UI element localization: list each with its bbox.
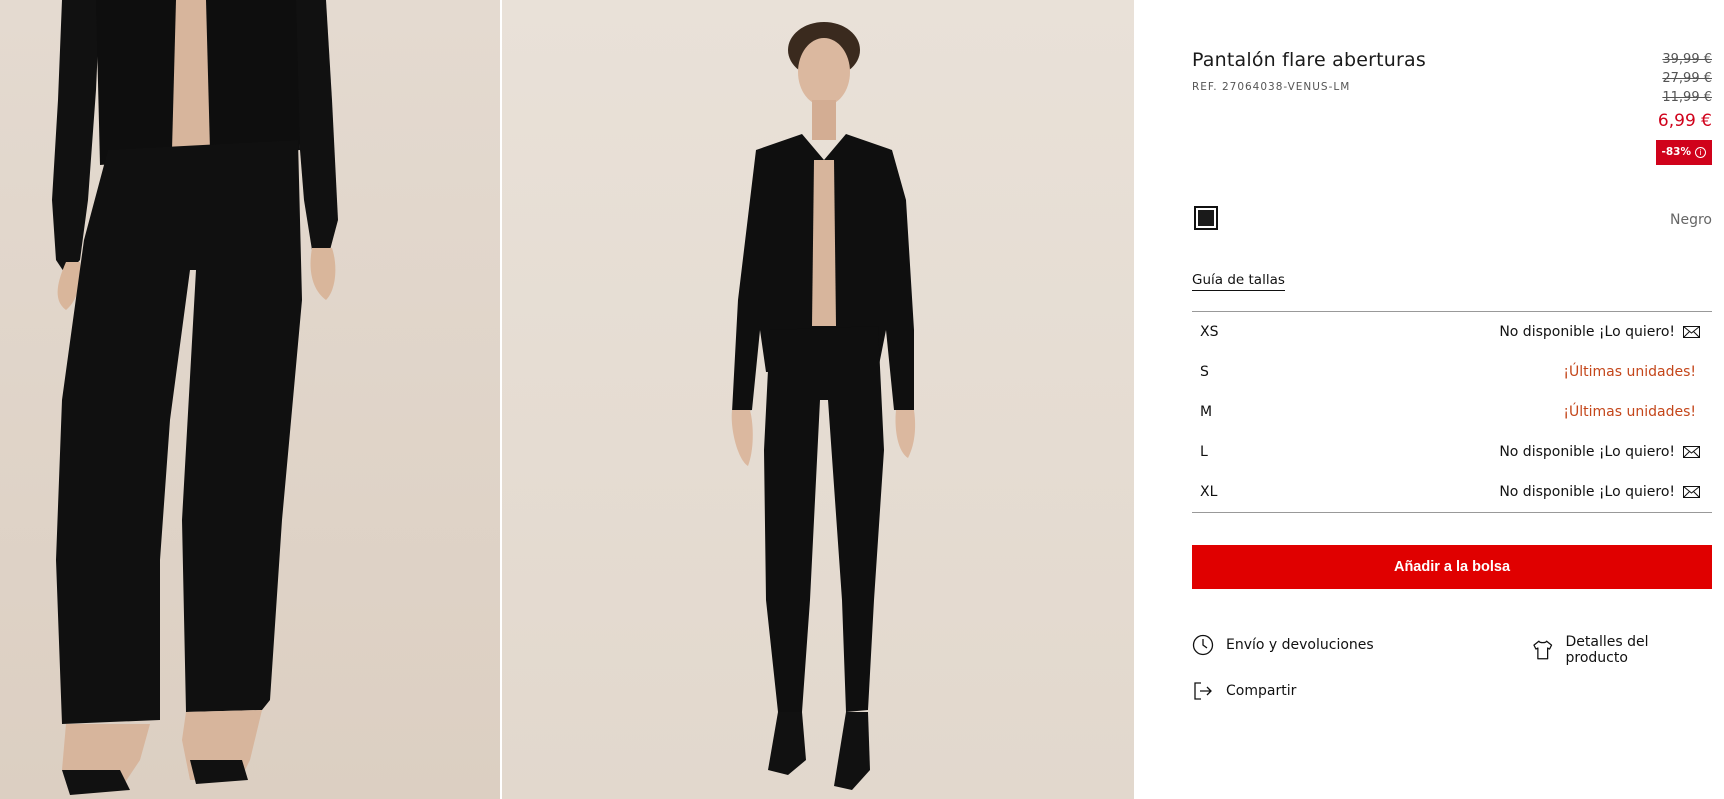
- tshirt-icon: [1533, 640, 1553, 660]
- mail-icon: [1683, 326, 1700, 338]
- shipping-returns-link[interactable]: Envío y devoluciones: [1192, 634, 1374, 656]
- shipping-returns-label: Envío y devoluciones: [1226, 637, 1374, 653]
- size-status-text: ¡Últimas unidades!: [1563, 364, 1696, 380]
- size-guide-link[interactable]: Guía de tallas: [1192, 272, 1285, 291]
- color-swatch-black[interactable]: [1194, 206, 1218, 230]
- discount-value: -83%: [1661, 146, 1692, 158]
- size-label: M: [1200, 404, 1213, 420]
- size-label: XS: [1200, 324, 1219, 340]
- price-old-3: 11,99 €: [1662, 90, 1712, 105]
- product-reference: REF. 27064038-VENUS-LM: [1192, 81, 1351, 93]
- size-status-text: No disponible ¡Lo quiero!: [1499, 444, 1675, 460]
- discount-badge[interactable]: -83% i: [1655, 140, 1712, 165]
- price-old-1: 39,99 €: [1662, 52, 1712, 67]
- product-info-panel: Pantalón flare aberturas REF. 27064038-V…: [1192, 0, 1712, 799]
- product-title: Pantalón flare aberturas: [1192, 49, 1426, 71]
- size-label: XL: [1200, 484, 1218, 500]
- share-link[interactable]: Compartir: [1192, 680, 1296, 702]
- mail-icon: [1683, 486, 1700, 498]
- model-closeup-illustration: [52, 0, 338, 795]
- share-icon: [1194, 682, 1212, 700]
- size-status-text: No disponible ¡Lo quiero!: [1499, 324, 1675, 340]
- price-block: 39,99 € 27,99 € 11,99 € 6,99 € -83% i: [1655, 50, 1712, 165]
- product-photo-full[interactable]: [502, 0, 1134, 799]
- size-option-s[interactable]: S ¡Últimas unidades!: [1192, 352, 1712, 392]
- color-name: Negro: [1670, 212, 1712, 228]
- size-status-text: ¡Últimas unidades!: [1563, 404, 1696, 420]
- price-current: 6,99 €: [1657, 111, 1712, 131]
- size-label: S: [1200, 364, 1209, 380]
- swatch-fill: [1198, 210, 1214, 226]
- share-label: Compartir: [1226, 683, 1297, 699]
- info-icon[interactable]: i: [1695, 147, 1706, 158]
- product-details-link[interactable]: Detalles del producto: [1532, 634, 1712, 666]
- size-status: No disponible ¡Lo quiero!: [1499, 324, 1700, 340]
- size-option-l[interactable]: L No disponible ¡Lo quiero!: [1192, 432, 1712, 472]
- mail-icon: [1683, 446, 1700, 458]
- size-status: No disponible ¡Lo quiero!: [1499, 444, 1700, 460]
- size-option-xs[interactable]: XS No disponible ¡Lo quiero!: [1192, 312, 1712, 352]
- add-to-bag-button[interactable]: Añadir a la bolsa: [1192, 545, 1712, 589]
- product-photo-closeup[interactable]: [0, 0, 500, 799]
- product-details-label: Detalles del producto: [1565, 634, 1649, 666]
- price-old-2: 27,99 €: [1662, 71, 1712, 86]
- size-option-xl[interactable]: XL No disponible ¡Lo quiero!: [1192, 472, 1712, 512]
- clock-icon: [1192, 634, 1214, 656]
- size-status: No disponible ¡Lo quiero!: [1499, 484, 1700, 500]
- size-option-m[interactable]: M ¡Últimas unidades!: [1192, 392, 1712, 432]
- size-label: L: [1200, 444, 1208, 460]
- size-status-text: No disponible ¡Lo quiero!: [1499, 484, 1675, 500]
- size-list: XS No disponible ¡Lo quiero! S ¡Últimas …: [1192, 311, 1712, 513]
- model-full-illustration: [731, 22, 916, 790]
